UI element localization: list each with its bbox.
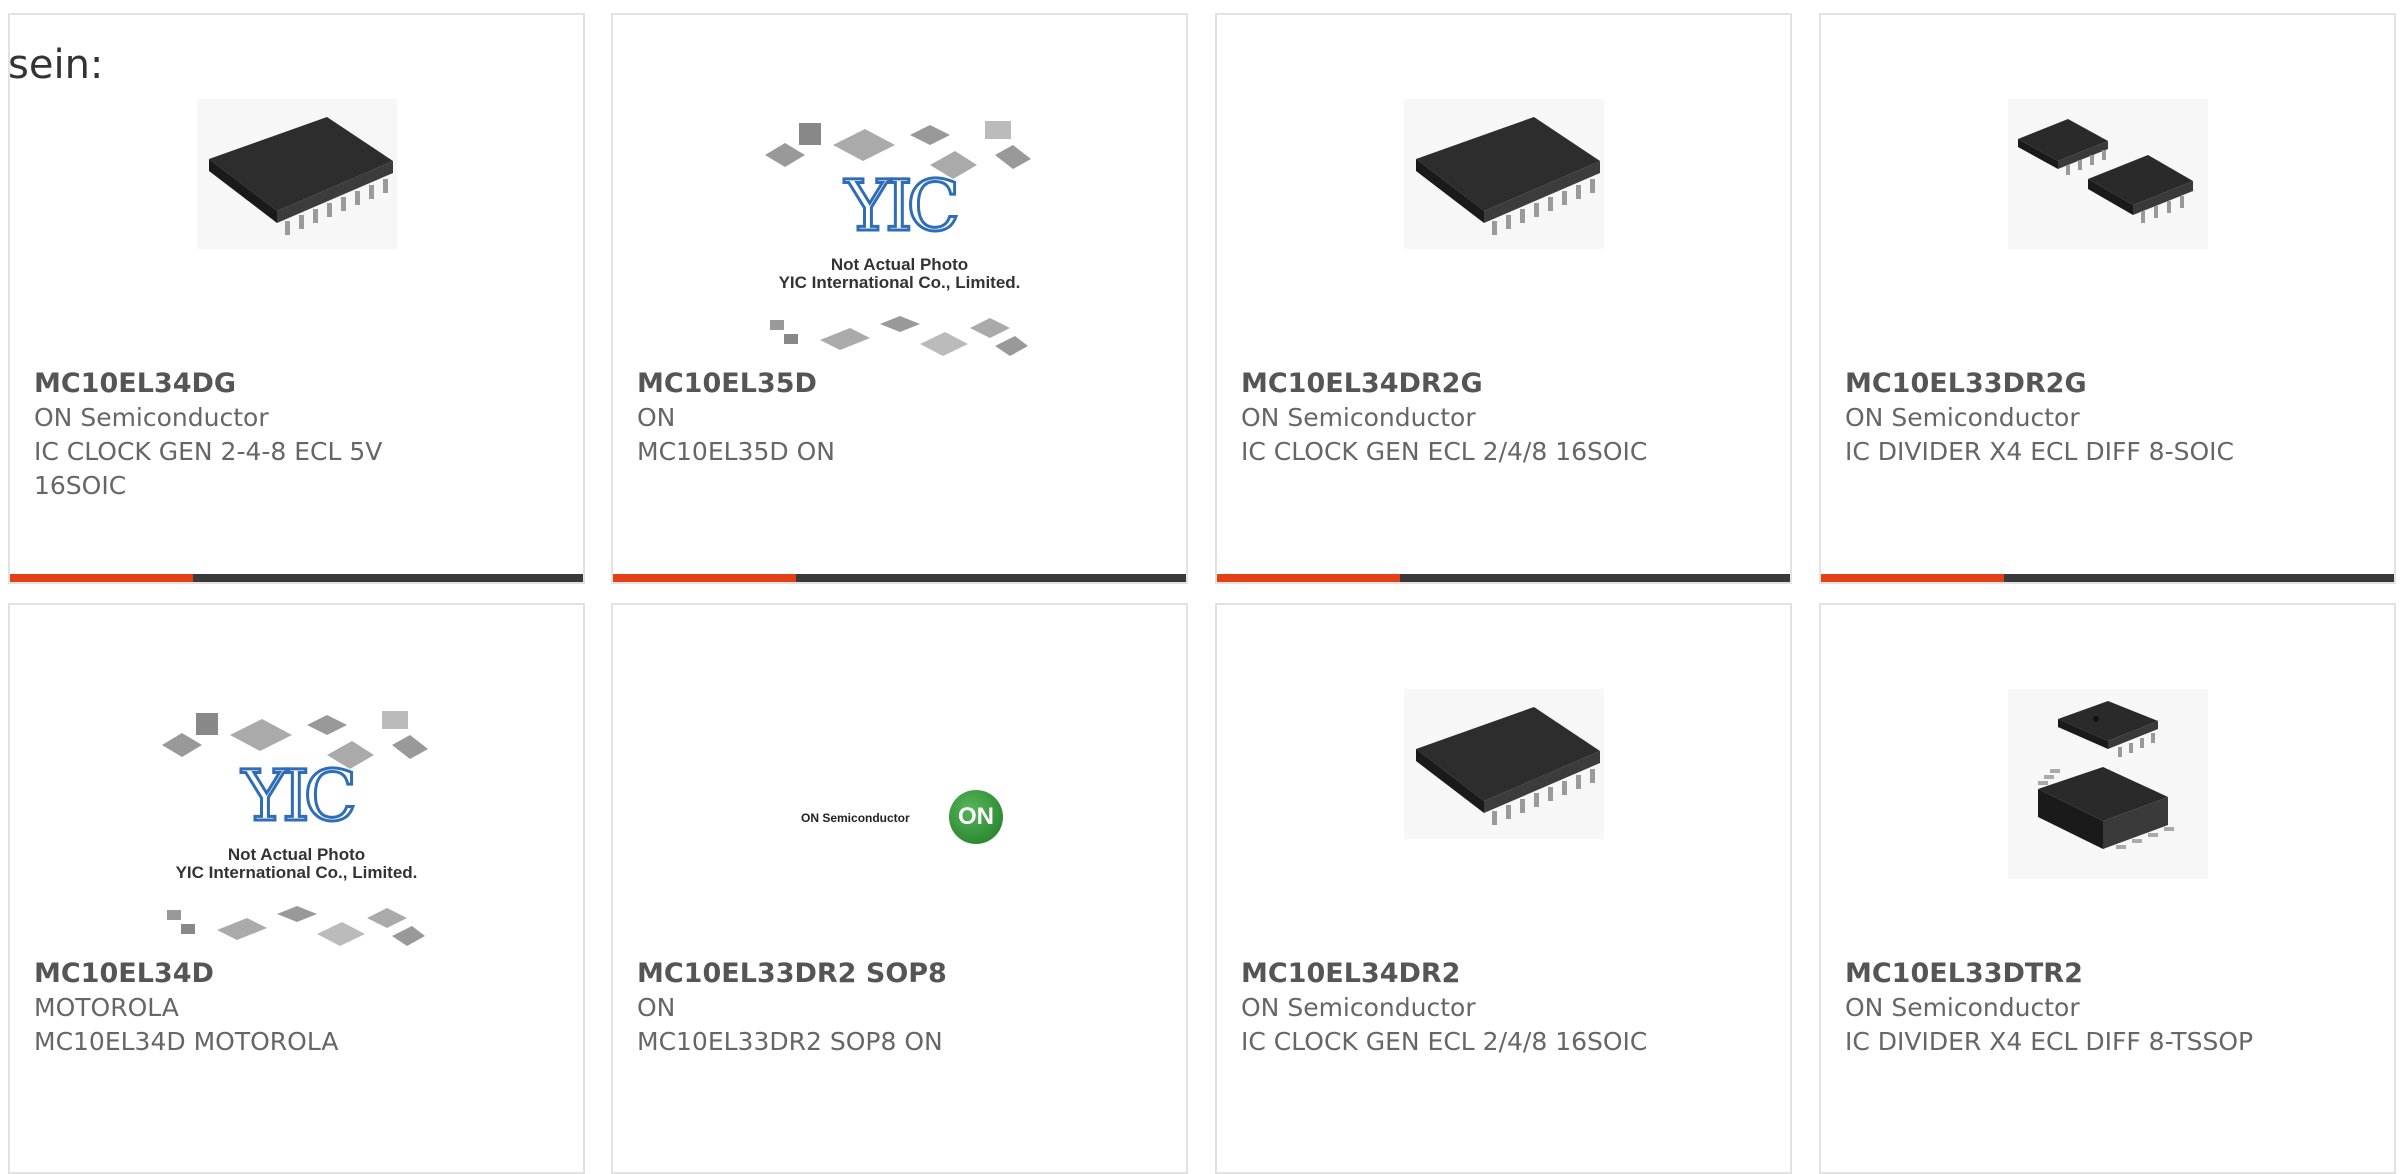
placeholder-line1: Not Actual Photo: [830, 255, 969, 274]
manufacturer: ON Semiconductor: [1845, 993, 2080, 1022]
product-image[interactable]: YIC Not Actual Photo YIC International C…: [613, 55, 1186, 356]
manufacturer: ON Semiconductor: [1241, 993, 1476, 1022]
card-bar: [613, 574, 1186, 582]
product-info: MC10EL33DR2 SOP8 ON MC10EL33DR2 SOP8 ON: [637, 957, 1066, 1059]
soic16-chip-icon: [196, 99, 397, 249]
part-number[interactable]: MC10EL35D: [637, 367, 1066, 401]
product-card[interactable]: YIC Not Actual Photo YIC International C…: [611, 13, 1188, 584]
chips-bottom-icon: [769, 316, 1028, 356]
manufacturer: ON: [637, 403, 676, 432]
card-bar: [10, 574, 583, 582]
product-image[interactable]: ON Semiconductor ON: [613, 645, 1186, 945]
soic8-pair-icon: [2007, 99, 2208, 249]
description: IC DIVIDER X4 ECL DIFF 8-TSSOP: [1845, 1027, 2254, 1056]
description: IC CLOCK GEN ECL 2/4/8 16SOIC: [1241, 437, 1648, 466]
part-number[interactable]: MC10EL33DTR2: [1845, 957, 2274, 991]
manufacturer: ON Semiconductor: [34, 403, 269, 432]
on-logo: ON Semiconductor ON: [613, 645, 1186, 945]
description: IC DIVIDER X4 ECL DIFF 8-SOIC: [1845, 437, 2234, 466]
intro-text: sein:: [8, 42, 104, 88]
product-image[interactable]: [1217, 645, 1790, 945]
product-info: MC10EL34D MOTOROLA MC10EL34D MOTOROLA: [34, 957, 463, 1059]
product-image[interactable]: [1217, 55, 1790, 355]
on-badge-icon: ON: [949, 790, 1003, 844]
yic-logo: YIC: [843, 164, 961, 249]
part-number[interactable]: MC10EL33DR2G: [1845, 367, 2274, 401]
product-card[interactable]: MC10EL34DR2G ON Semiconductor IC CLOCK G…: [1215, 13, 1792, 584]
manufacturer: MOTOROLA: [34, 993, 179, 1022]
part-number[interactable]: MC10EL34DR2: [1241, 957, 1670, 991]
product-image[interactable]: YIC Not Actual Photo YIC International C…: [10, 645, 583, 946]
product-info: MC10EL35D ON MC10EL35D ON: [637, 367, 1066, 469]
product-card[interactable]: YIC Not Actual Photo YIC International C…: [8, 603, 585, 1174]
product-info: MC10EL34DR2G ON Semiconductor IC CLOCK G…: [1241, 367, 1670, 469]
product-card[interactable]: MC10EL34DG ON Semiconductor IC CLOCK GEN…: [8, 13, 585, 584]
tssop8-pair-icon: [2007, 689, 2208, 879]
part-number[interactable]: MC10EL34DR2G: [1241, 367, 1670, 401]
yic-logo: YIC: [240, 754, 358, 839]
on-wordmark: ON Semiconductor: [801, 811, 910, 825]
placeholder-line1: Not Actual Photo: [227, 845, 366, 864]
description: IC CLOCK GEN ECL 2/4/8 16SOIC: [1241, 1027, 1648, 1056]
placeholder-line2: YIC International Co., Limited.: [175, 863, 418, 882]
product-card[interactable]: MC10EL34DR2 ON Semiconductor IC CLOCK GE…: [1215, 603, 1792, 1174]
manufacturer: ON Semiconductor: [1241, 403, 1476, 432]
manufacturer: ON Semiconductor: [1845, 403, 2080, 432]
part-number[interactable]: MC10EL34DG: [34, 367, 463, 401]
description: MC10EL34D MOTOROLA: [34, 1027, 339, 1056]
product-card[interactable]: MC10EL33DR2G ON Semiconductor IC DIVIDER…: [1819, 13, 2396, 584]
product-image[interactable]: [1821, 55, 2394, 355]
product-info: MC10EL33DTR2 ON Semiconductor IC DIVIDER…: [1845, 957, 2274, 1059]
part-number[interactable]: MC10EL33DR2 SOP8: [637, 957, 1066, 991]
product-info: MC10EL33DR2G ON Semiconductor IC DIVIDER…: [1845, 367, 2274, 469]
card-bar: [1217, 574, 1790, 582]
description: IC CLOCK GEN 2-4-8 ECL 5V 16SOIC: [34, 437, 383, 500]
soic16-chip-icon: [1403, 99, 1604, 249]
description: MC10EL33DR2 SOP8 ON: [637, 1027, 943, 1056]
placeholder-line2: YIC International Co., Limited.: [778, 273, 1021, 292]
soic16-chip-icon: [1403, 689, 1604, 839]
product-card[interactable]: ON Semiconductor ON MC10EL33DR2 SOP8 ON …: [611, 603, 1188, 1174]
product-card[interactable]: MC10EL33DTR2 ON Semiconductor IC DIVIDER…: [1819, 603, 2396, 1174]
description: MC10EL35D ON: [637, 437, 835, 466]
product-image[interactable]: [10, 55, 583, 355]
chips-bottom-icon: [166, 906, 425, 946]
card-bar: [1821, 574, 2394, 582]
product-info: MC10EL34DR2 ON Semiconductor IC CLOCK GE…: [1241, 957, 1670, 1059]
manufacturer: ON: [637, 993, 676, 1022]
product-image[interactable]: [1821, 645, 2394, 945]
part-number[interactable]: MC10EL34D: [34, 957, 463, 991]
product-info: MC10EL34DG ON Semiconductor IC CLOCK GEN…: [34, 367, 463, 503]
